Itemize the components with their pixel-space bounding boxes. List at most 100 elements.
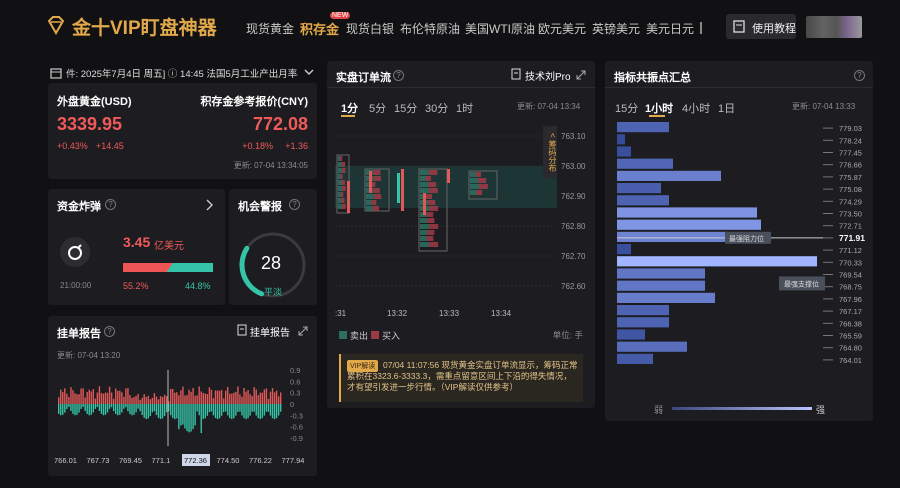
level-label: 779.03 [839,124,862,133]
level-bar [617,292,715,303]
nav-item-accumulation-gold[interactable]: 积存金 [300,19,339,38]
bomb-icon [60,237,90,267]
tech-pro-link[interactable]: 技术刘Pro [525,68,571,83]
candle-body [397,173,400,203]
ticker-text: 件: 2025年7月4日 周五] ⓘ 14:45 法国5月工业产出月率( [66,69,298,80]
resonance-title: 指标共振点汇总 [614,72,691,84]
sell-bar [174,392,176,404]
expand-icon[interactable] [298,326,308,336]
sell-bar [224,390,227,404]
sell-bar [251,396,253,404]
nav-item-eurusd[interactable]: 欧元美元 [538,20,586,37]
sell-bar [106,392,109,404]
news-ticker[interactable]: 件: 2025年7月4日 周五] ⓘ 14:45 法国5月工业产出月率( [48,66,318,80]
chevron-right-icon[interactable] [206,199,214,211]
sell-bar [196,395,198,404]
buy-bar [127,404,129,412]
tab-30min[interactable]: 30分 [425,100,448,116]
sell-bar [104,392,107,404]
buy-bar [267,404,270,412]
gold-quote-panel: 外盘黄金(USD) 3339.95 +0.43% +14.45 积存金参考报价(… [48,83,317,179]
sell-bar [180,390,182,404]
buy-cell [373,176,381,181]
help-icon[interactable]: ? [854,70,865,81]
sell-bar [194,395,196,404]
help-icon[interactable]: ? [105,199,116,210]
sell-bar [108,386,111,404]
nav-item-usdjpy[interactable]: 美元日元 [646,20,694,37]
resonance-chart: 779.03 778.24 777.45 776.66 775.87 775.08 774.… [617,122,865,365]
buy-bar [231,404,233,420]
legend-buy-swatch [371,331,379,339]
buy-bar [216,404,219,420]
help-icon[interactable]: ? [289,199,300,210]
level-bar [617,244,631,255]
x-tick-label: 769.45 [119,456,142,465]
help-icon[interactable]: ? [393,70,404,81]
calendar-icon [50,68,62,79]
buy-cell [373,170,381,175]
sell-cell [366,194,374,199]
sell-bar [66,393,68,404]
nav-item-gbpusd[interactable]: 英镑美元 [592,20,640,37]
expand-icon[interactable] [576,70,586,80]
sell-bar [235,391,237,404]
sell-bar [200,391,202,404]
user-avatar[interactable] [806,16,862,38]
buy-bar [235,404,237,416]
chevron-down-icon[interactable] [304,69,314,76]
buy-bar [233,404,235,419]
level-bar [617,146,631,157]
buy-bar [186,404,188,432]
nav-scroll-indicator[interactable] [700,22,702,34]
buy-bar [245,404,247,420]
sell-bar [161,396,164,404]
buy-bar [227,404,229,416]
y-tick-label: 762.60 [561,282,586,291]
y-tick-label: 0.3 [290,389,300,398]
level-bar [617,219,761,230]
sell-bar [188,389,190,404]
order-report-link[interactable]: 挂单报告 [250,324,290,339]
nav-item-brent[interactable]: 布伦特原油 [400,20,460,37]
resonance-updated: 更新: 07-04 13:33 [792,102,856,111]
buy-bar [108,404,111,409]
buy-bar [263,404,266,416]
sell-bar [271,388,274,404]
tab-1hour[interactable]: 1时 [456,100,473,116]
tab-15min[interactable]: 15分 [615,100,638,116]
nav-item-spot-gold[interactable]: 现货黄金 [246,20,294,37]
help-icon[interactable]: ? [104,326,115,337]
tab-15min[interactable]: 15分 [394,100,417,116]
buy-bar [261,404,264,419]
buy-bar [96,404,99,408]
buy-bar [194,404,196,426]
tutorial-button[interactable]: 使用教程 [726,14,796,39]
tab-5min[interactable]: 5分 [369,100,386,116]
level-label: 764.01 [839,356,862,365]
level-label: 774.29 [839,197,862,206]
fund-ratio-bar [123,263,213,272]
sell-bar [257,395,259,404]
sell-bar [212,398,215,404]
buy-bar [66,404,68,410]
y-tick-label: 762.70 [561,252,586,261]
tab-1hour[interactable]: 1小时 [645,100,673,116]
buy-bar [243,404,245,419]
chip-distribution-toggle[interactable]: < 筹码分布 [543,126,557,178]
buy-bar [269,404,272,416]
tab-1day[interactable]: 1日 [718,100,735,116]
sell-bar [208,387,211,404]
order-report-panel: 挂单报告 ? 挂单报告 更新: 07-04 13:20 0.9 0.6 0.3 0 -0… [48,316,317,476]
buy-cell [340,156,343,161]
tab-1min[interactable]: 1分 [341,100,358,116]
level-label: 764.80 [839,344,862,353]
tab-4hour[interactable]: 4小时 [682,100,710,116]
nav-item-wti[interactable]: 美国WTI原油 [465,20,535,37]
order-report-chart: 0.9 0.6 0.3 0 -0.3 -0.6 -0.9 766.01 767.73 769.45… [54,366,304,466]
buy-bar [117,404,119,416]
level-label: 771.91 [839,233,865,243]
nav-item-spot-silver[interactable]: 现货白银 [346,20,394,37]
buy-bar [178,404,180,430]
order-report-title: 挂单报告 [57,328,101,340]
